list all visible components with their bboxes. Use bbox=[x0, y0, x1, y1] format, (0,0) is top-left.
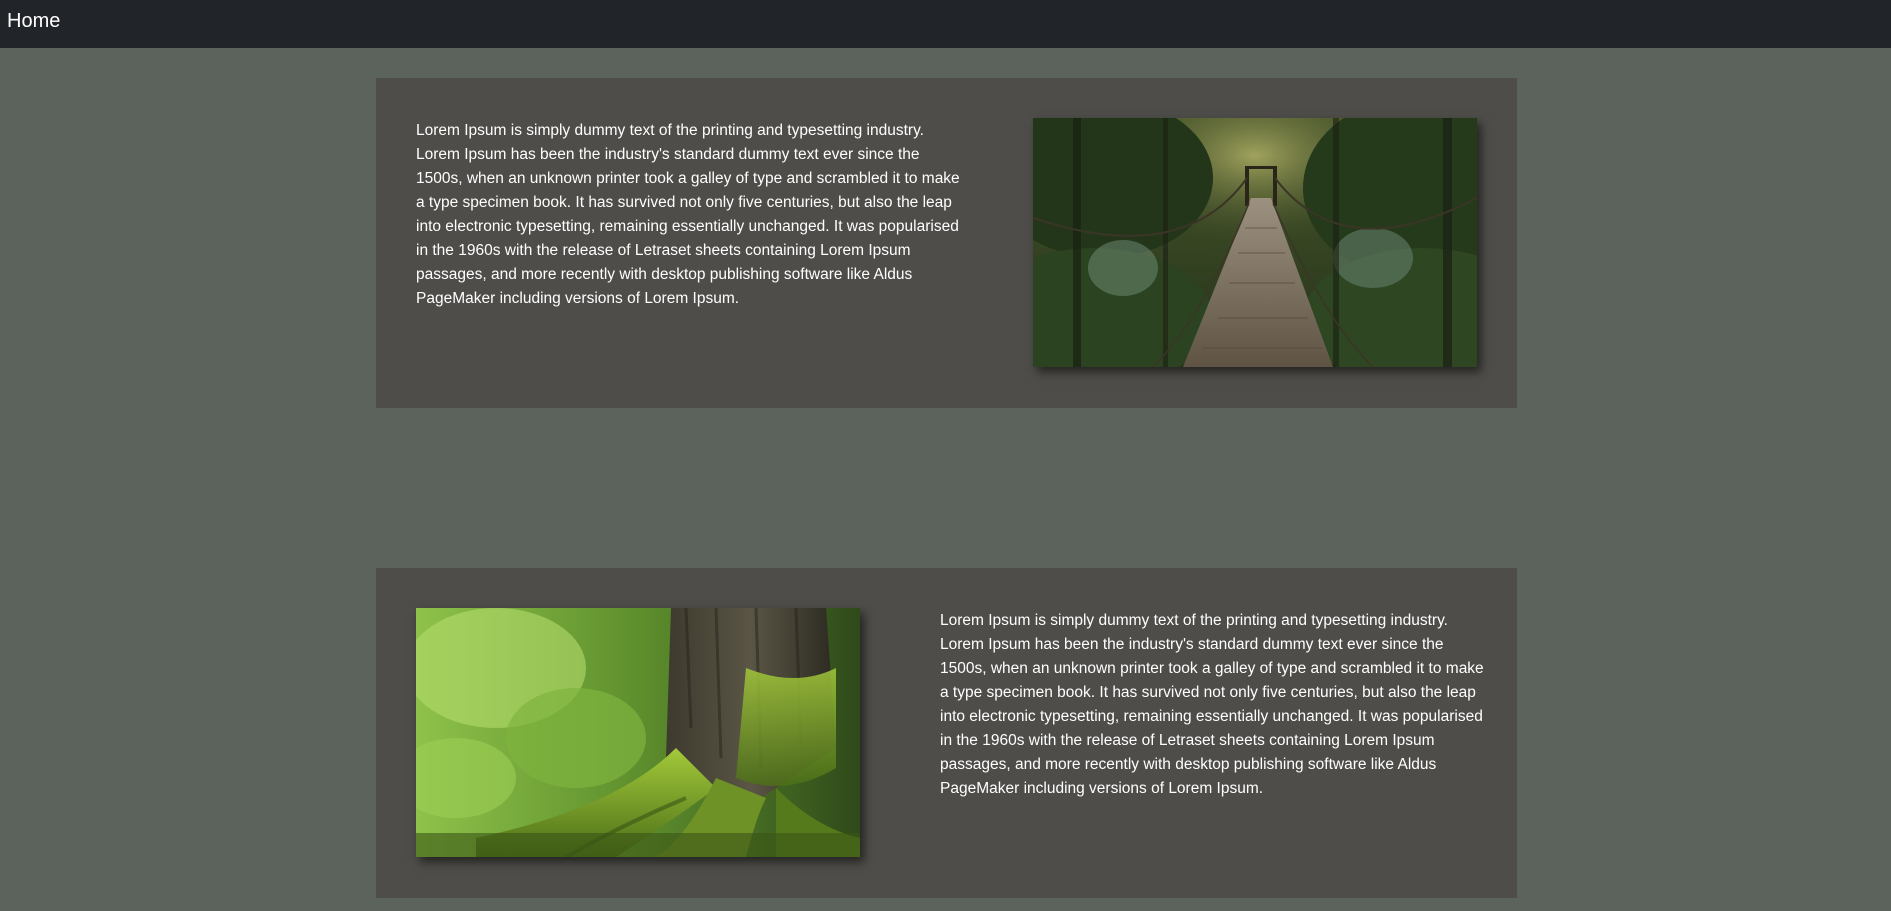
content-card: Lorem Ipsum is simply dummy text of the … bbox=[376, 568, 1517, 898]
nav-home-link[interactable]: Home bbox=[7, 10, 60, 32]
card-text: Lorem Ipsum is simply dummy text of the … bbox=[416, 122, 960, 307]
card-text: Lorem Ipsum is simply dummy text of the … bbox=[940, 612, 1484, 797]
forest-bridge-image bbox=[1033, 118, 1477, 367]
mossy-tree-image bbox=[416, 608, 860, 857]
content-card: Lorem Ipsum is simply dummy text of the … bbox=[376, 78, 1517, 408]
navbar: Home bbox=[0, 0, 1891, 48]
